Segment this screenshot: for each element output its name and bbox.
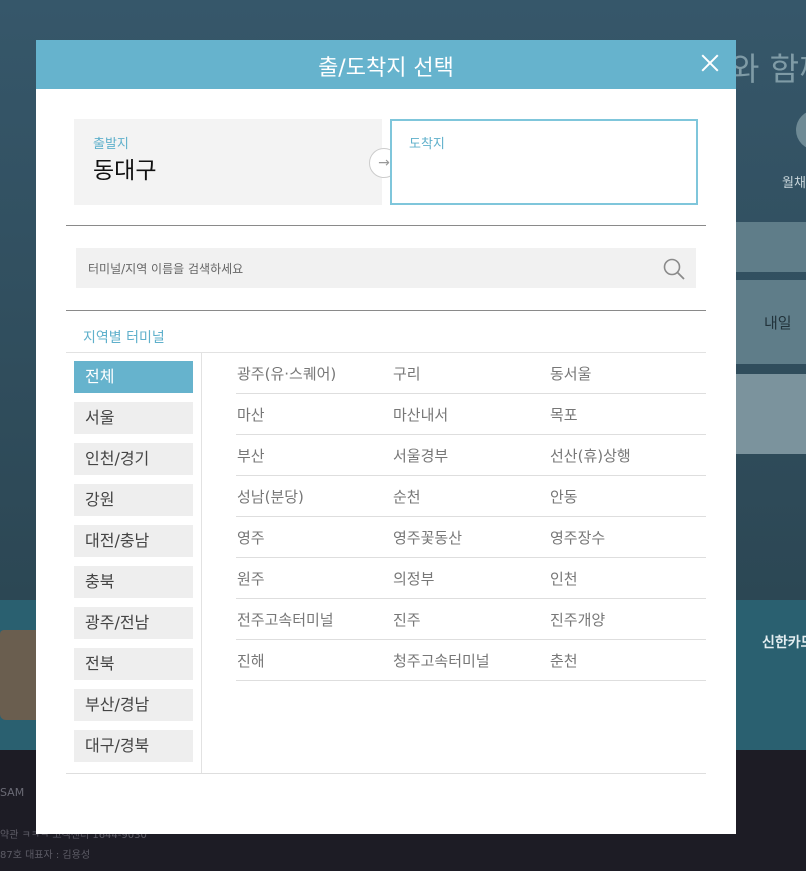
region-list: 전체서울인천/경기강원대전/충남충북광주/전남전북부산/경남대구/경북 bbox=[74, 361, 193, 771]
column-divider bbox=[201, 352, 202, 773]
region-tab[interactable]: 전북 bbox=[74, 648, 193, 680]
terminal-item[interactable]: 광주(유·스퀘어) bbox=[237, 363, 336, 384]
terminal-row: 광주(유·스퀘어) 구리 동서울 bbox=[236, 353, 706, 394]
terminal-item[interactable]: 구리 bbox=[393, 363, 421, 384]
terminal-item[interactable]: 영주 bbox=[237, 527, 265, 548]
region-tab[interactable]: 대전/충남 bbox=[74, 525, 193, 557]
region-tab[interactable]: 광주/전남 bbox=[74, 607, 193, 639]
terminal-item[interactable]: 청주고속터미널 bbox=[393, 650, 490, 671]
terminal-item[interactable]: 진주개양 bbox=[550, 609, 605, 630]
route-selector: 출발지 동대구 → 도착지 bbox=[74, 119, 698, 205]
terminal-item[interactable]: 영주꽃동산 bbox=[393, 527, 462, 548]
terminal-item[interactable]: 의정부 bbox=[393, 568, 434, 589]
close-icon[interactable] bbox=[696, 50, 724, 78]
departure-field[interactable]: 출발지 동대구 bbox=[74, 119, 382, 205]
region-tab[interactable]: 충북 bbox=[74, 566, 193, 598]
background-monthly-label: 월채 bbox=[782, 176, 806, 191]
terminal-list: 광주(유·스퀘어) 구리 동서울마산 마산내서 목포부산 서울경부 선산(휴)상행성남(분당… bbox=[236, 353, 706, 681]
region-tab[interactable]: 인천/경기 bbox=[74, 443, 193, 475]
terminal-row: 성남(분당) 순천 안동 bbox=[236, 476, 706, 517]
terminal-item[interactable]: 목포 bbox=[550, 404, 578, 425]
terminal-row: 영주 영주꽃동산 영주장수 bbox=[236, 517, 706, 558]
terminal-item[interactable]: 성남(분당) bbox=[237, 486, 304, 507]
search-box bbox=[76, 248, 696, 290]
region-tab[interactable]: 부산/경남 bbox=[74, 689, 193, 721]
terminal-item[interactable]: 영주장수 bbox=[550, 527, 605, 548]
divider bbox=[66, 773, 706, 774]
background-panel-lower bbox=[736, 374, 806, 454]
search-icon[interactable] bbox=[662, 257, 686, 281]
region-tab[interactable]: 대구/경북 bbox=[74, 730, 193, 762]
background-panel bbox=[736, 222, 806, 272]
departure-label: 출발지 bbox=[93, 137, 129, 152]
section-title: 지역별 터미널 bbox=[83, 330, 165, 346]
terminal-select-modal: 출/도착지 선택 출발지 동대구 → 도착지 지역별 터미널 전체서울인천/경기… bbox=[36, 40, 736, 834]
terminal-row: 부산 서울경부 선산(휴)상행 bbox=[236, 435, 706, 476]
terminal-item[interactable]: 춘천 bbox=[550, 650, 578, 671]
footer-company-info: 87호 대표자 : 김용성 bbox=[0, 850, 91, 861]
footer-logo: SAM bbox=[0, 786, 25, 799]
terminal-row: 진해 청주고속터미널 춘천 bbox=[236, 640, 706, 681]
background-hero-text: 와 함께 bbox=[730, 50, 806, 88]
terminal-item[interactable]: 서울경부 bbox=[393, 445, 448, 466]
terminal-item[interactable]: 진해 bbox=[237, 650, 265, 671]
terminal-row: 원주 의정부 인천 bbox=[236, 558, 706, 599]
search-input[interactable] bbox=[86, 248, 650, 290]
terminal-item[interactable]: 마산내서 bbox=[393, 404, 448, 425]
modal-header: 출/도착지 선택 bbox=[36, 40, 736, 89]
divider bbox=[66, 225, 706, 226]
region-tab[interactable]: 서울 bbox=[74, 402, 193, 434]
arrival-label: 도착지 bbox=[409, 137, 445, 152]
terminal-item[interactable]: 마산 bbox=[237, 404, 265, 425]
bus-image bbox=[0, 630, 36, 720]
terminal-item[interactable]: 원주 bbox=[237, 568, 265, 589]
terminal-item[interactable]: 부산 bbox=[237, 445, 265, 466]
modal-title: 출/도착지 선택 bbox=[318, 56, 454, 81]
terminal-item[interactable]: 인천 bbox=[550, 568, 578, 589]
terminal-item[interactable]: 순천 bbox=[393, 486, 421, 507]
departure-value: 동대구 bbox=[93, 158, 157, 184]
background-promo-text: 신한카드 bbox=[762, 635, 806, 651]
terminal-row: 마산 마산내서 목포 bbox=[236, 394, 706, 435]
region-tab[interactable]: 전체 bbox=[74, 361, 193, 393]
terminal-item[interactable]: 선산(휴)상행 bbox=[550, 445, 631, 466]
divider bbox=[66, 310, 706, 311]
terminal-item[interactable]: 안동 bbox=[550, 486, 578, 507]
terminal-item[interactable]: 전주고속터미널 bbox=[237, 609, 334, 630]
terminal-item[interactable]: 진주 bbox=[393, 609, 421, 630]
arrival-field[interactable]: 도착지 bbox=[390, 119, 698, 205]
region-tab[interactable]: 강원 bbox=[74, 484, 193, 516]
terminal-row: 전주고속터미널 진주 진주개양 bbox=[236, 599, 706, 640]
terminal-item[interactable]: 동서울 bbox=[550, 363, 591, 384]
background-tomorrow-label: 내일 bbox=[764, 314, 792, 332]
